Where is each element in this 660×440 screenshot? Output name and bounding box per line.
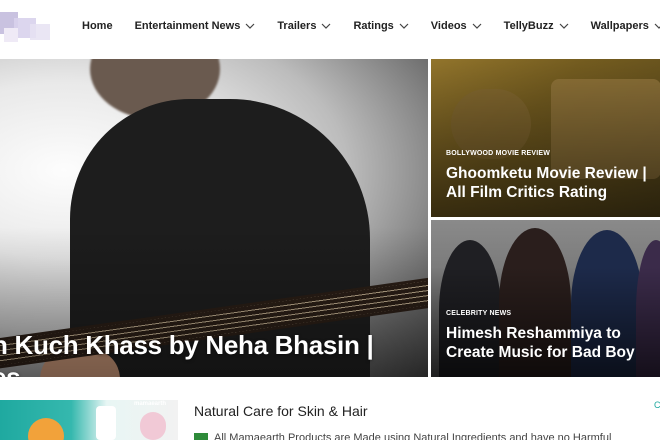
chevron-down-icon [559,21,569,31]
chevron-down-icon [654,21,660,31]
nav-item-entertainment-news[interactable]: Entertainment News [135,20,256,32]
nav-item-label: Wallpapers [590,20,649,32]
chevron-down-icon [321,21,331,31]
ad-badge-icon [194,433,208,440]
chevron-down-icon [472,21,482,31]
card-title-line: Himesh Reshammiya to [446,325,621,342]
nav-item-label: Entertainment News [134,20,241,32]
nav-item-tellybuzz[interactable]: TellyBuzz [504,20,569,32]
chevron-down-icon [399,21,409,31]
site-logo[interactable] [0,8,52,48]
ad-title[interactable]: Natural Care for Skin & Hair [194,403,368,419]
card-category[interactable]: CELEBRITY NEWS [446,310,511,317]
nav-item-videos[interactable]: Videos [431,20,482,32]
ad-image[interactable]: mamaearth [0,400,178,440]
nav-item-label: TellyBuzz [503,20,554,32]
nav-item-label: Videos [430,20,467,32]
hero-featured-post[interactable]: h Kuch Khass by Neha Bhasin | es [0,59,428,377]
nav-item-label: Ratings [353,20,394,32]
nav-item-home[interactable]: Home [82,20,113,32]
nav-item-ratings[interactable]: Ratings [353,20,409,32]
ad-description: All Mamaearth Products are Made using Na… [194,432,660,440]
hero-title[interactable]: h Kuch Khass by Neha Bhasin | es [0,329,428,377]
featured-card-ghoomketu[interactable]: BOLLYWOOD MOVIE REVIEW Ghoomketu Movie R… [431,59,660,217]
ad-description-text: All Mamaearth Products are Made using Na… [214,432,612,440]
chevron-down-icon [245,21,255,31]
nav-item-label: Trailers [277,20,317,32]
card-title-line: All Film Critics Rating [446,184,608,201]
main-nav: Home Entertainment News Trailers Ratings… [82,0,660,52]
card-category[interactable]: BOLLYWOOD MOVIE REVIEW [446,150,550,157]
card-title-line: Ghoomketu Movie Review | [446,165,647,182]
card-title-line: Create Music for Bad Boy [446,344,635,361]
featured-card-himesh[interactable]: CELEBRITY NEWS Himesh Reshammiya to Crea… [431,220,660,377]
hero-title-line: h Kuch Khass by Neha Bhasin | [0,330,374,360]
ad-brand: mamaearth [134,401,167,407]
ad-choices-icon[interactable]: C [654,400,660,410]
card-title[interactable]: Himesh Reshammiya to Create Music for Ba… [446,324,660,362]
site-header: Home Entertainment News Trailers Ratings… [0,0,660,52]
nav-item-trailers[interactable]: Trailers [277,20,331,32]
nav-item-label: Home [82,20,113,32]
sponsored-ad[interactable]: mamaearth Natural Care for Skin & Hair A… [0,382,660,440]
nav-item-wallpapers[interactable]: Wallpapers [591,20,660,32]
card-title[interactable]: Ghoomketu Movie Review | All Film Critic… [446,164,660,202]
hero-title-line: es [0,362,21,377]
